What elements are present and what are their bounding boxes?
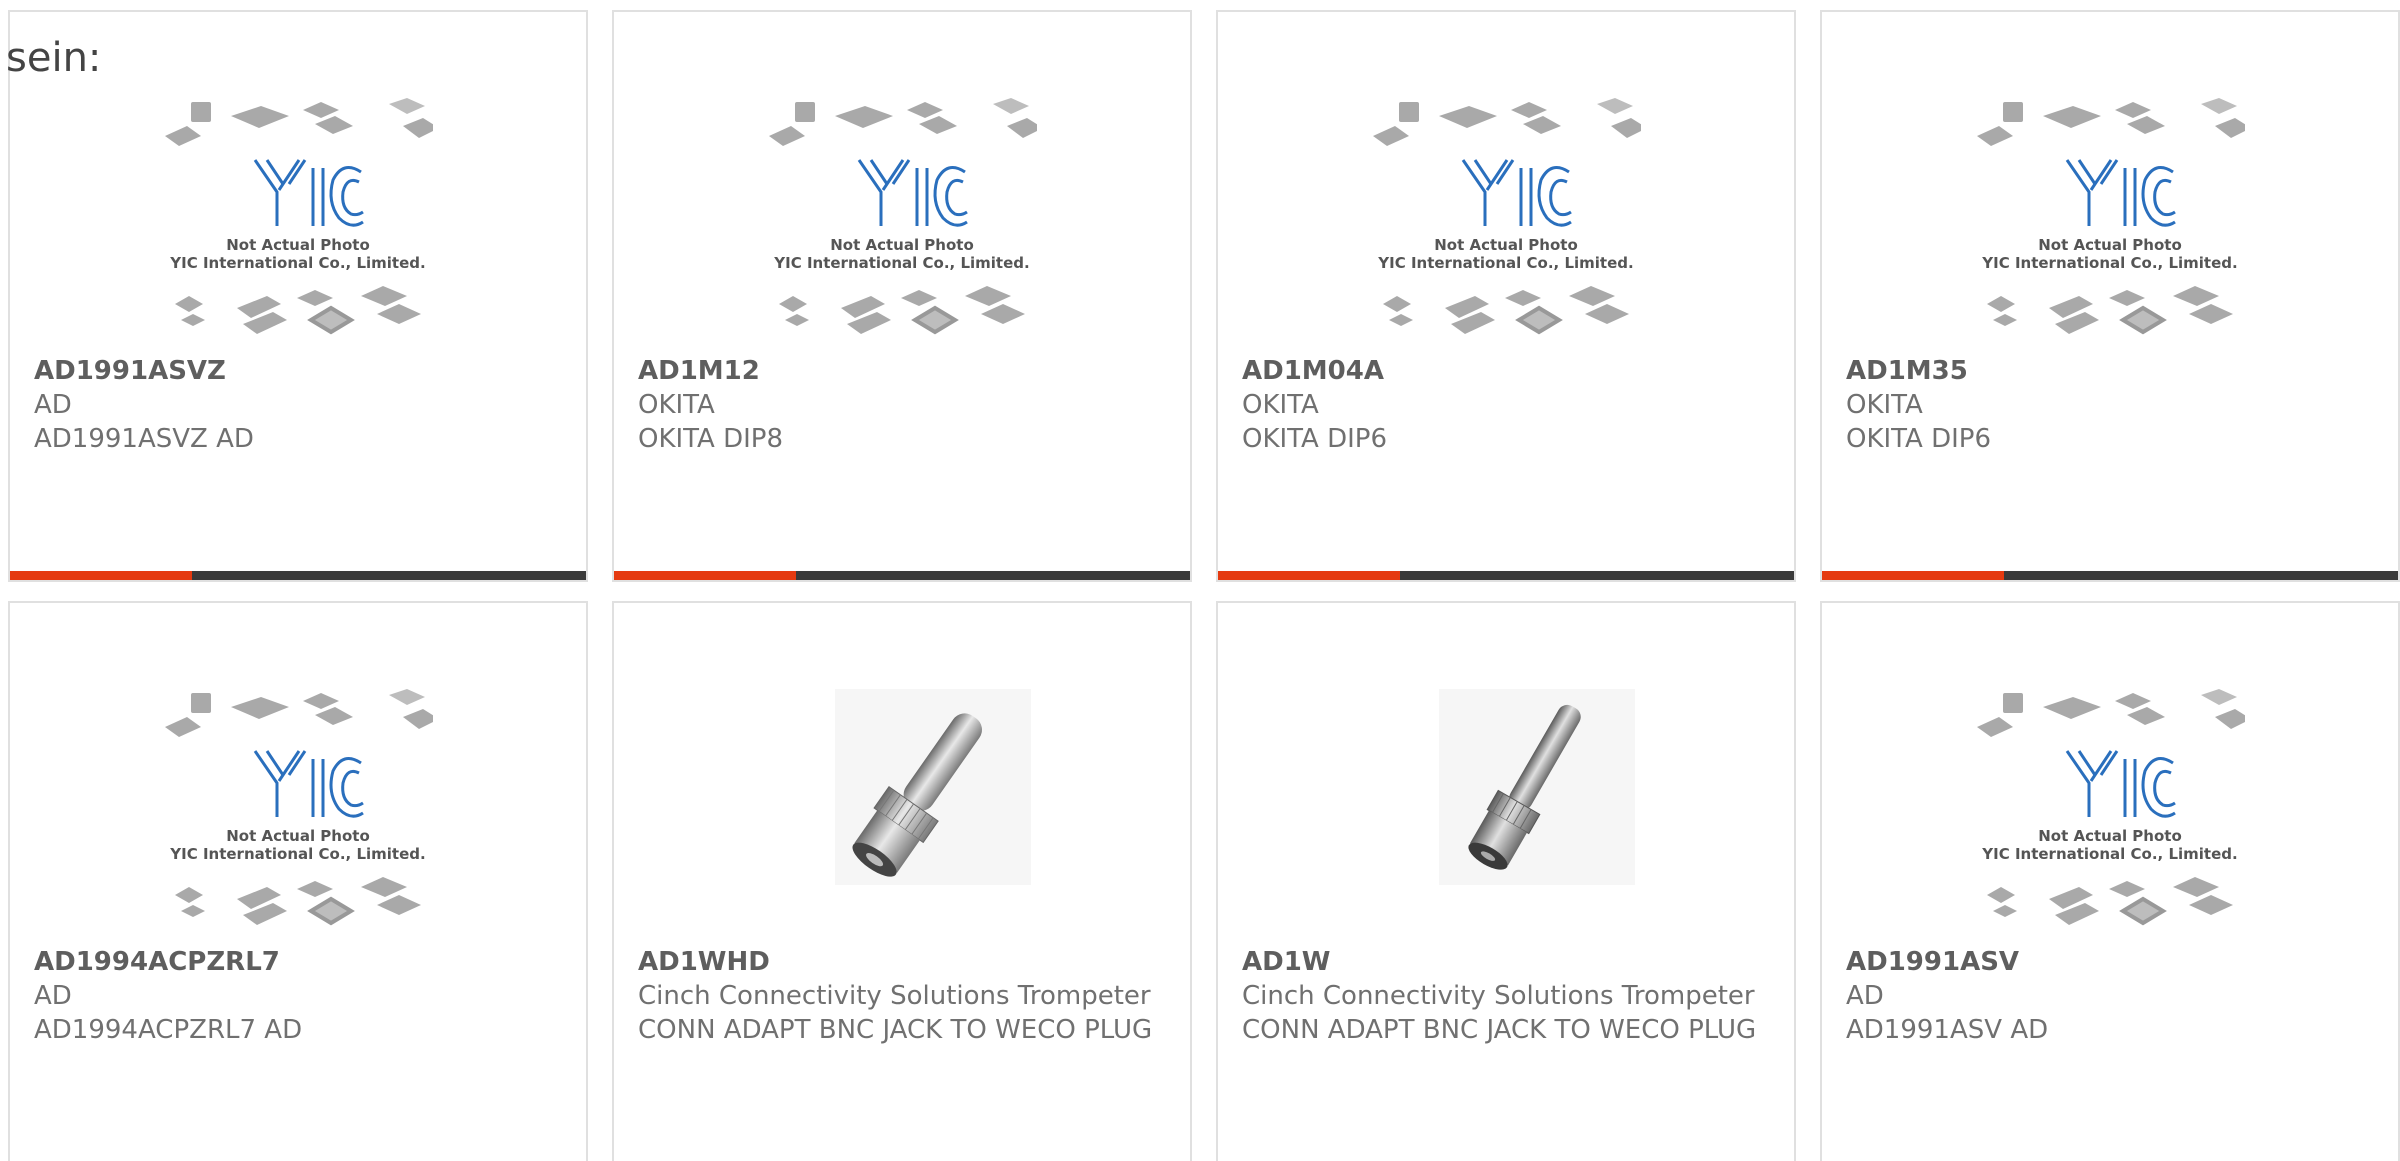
part-number[interactable]: AD1W (1242, 945, 1774, 979)
card-accent (10, 571, 192, 580)
product-info: AD1M12 OKITA OKITA DIP8 (638, 354, 1170, 456)
part-number[interactable]: AD1M04A (1242, 354, 1774, 388)
brand: OKITA (1242, 390, 1319, 420)
yic-placeholder-image: Not Actual Photo YIC International Co., … (769, 98, 1037, 335)
description: OKITA DIP6 (1846, 424, 1992, 454)
not-actual-photo-caption: Not Actual Photo (226, 827, 370, 845)
brand: AD (34, 390, 72, 420)
not-actual-photo-caption: Not Actual Photo (2038, 236, 2182, 254)
description: AD1994ACPZRL7 AD (34, 1015, 303, 1045)
brand: OKITA (1846, 390, 1923, 420)
description: CONN ADAPT BNC JACK TO WECO PLUG (1242, 1015, 1757, 1045)
product-card[interactable]: Not Actual Photo YIC International Co., … (612, 10, 1192, 582)
product-info: AD1W Cinch Connectivity Solutions Trompe… (1242, 945, 1774, 1047)
description: AD1991ASVZ AD (34, 424, 254, 454)
card-footer-bar (614, 571, 1190, 580)
card-accent (1822, 571, 2004, 580)
not-actual-photo-image: Not Actual Photo YIC International Co., … (10, 689, 586, 939)
brand: AD (34, 981, 72, 1011)
product-info: AD1M04A OKITA OKITA DIP6 (1242, 354, 1774, 456)
description: OKITA DIP8 (638, 424, 784, 454)
product-card[interactable]: Not Actual Photo YIC International Co., … (8, 601, 588, 1161)
bnc-adapter-image (1439, 689, 1635, 885)
company-caption: YIC International Co., Limited. (1377, 254, 1633, 272)
product-card[interactable]: AD1W Cinch Connectivity Solutions Trompe… (1216, 601, 1796, 1161)
card-footer-bar (1218, 571, 1794, 580)
part-number[interactable]: AD1994ACPZRL7 (34, 945, 566, 979)
brand: Cinch Connectivity Solutions Trompeter (638, 981, 1151, 1011)
company-caption: YIC International Co., Limited. (169, 845, 425, 863)
product-card[interactable]: Not Actual Photo YIC International Co., … (8, 10, 588, 582)
product-grid: Not Actual Photo YIC International Co., … (8, 10, 2400, 1161)
brand: AD (1846, 981, 1884, 1011)
yic-placeholder-image: Not Actual Photo YIC International Co., … (165, 689, 433, 926)
not-actual-photo-image: Not Actual Photo YIC International Co., … (1822, 98, 2398, 348)
product-info: AD1WHD Cinch Connectivity Solutions Trom… (638, 945, 1170, 1047)
not-actual-photo-image: Not Actual Photo YIC International Co., … (614, 98, 1190, 348)
company-caption: YIC International Co., Limited. (1981, 254, 2237, 272)
bnc-adapter-image (835, 689, 1031, 885)
brand: Cinch Connectivity Solutions Trompeter (1242, 981, 1755, 1011)
not-actual-photo-image: Not Actual Photo YIC International Co., … (1822, 689, 2398, 939)
card-accent (614, 571, 796, 580)
lead-text: sein: (6, 35, 102, 81)
yic-placeholder-image: Not Actual Photo YIC International Co., … (165, 98, 433, 335)
product-card[interactable]: Not Actual Photo YIC International Co., … (1216, 10, 1796, 582)
yic-placeholder-image: Not Actual Photo YIC International Co., … (1977, 689, 2245, 926)
description: OKITA DIP6 (1242, 424, 1388, 454)
part-number[interactable]: AD1991ASVZ (34, 354, 566, 388)
product-info: AD1M35 OKITA OKITA DIP6 (1846, 354, 2378, 456)
product-listing-page: sein: Not Actual Photo YIC International… (0, 0, 2400, 1161)
product-info: AD1994ACPZRL7 AD AD1994ACPZRL7 AD (34, 945, 566, 1047)
not-actual-photo-caption: Not Actual Photo (226, 236, 370, 254)
company-caption: YIC International Co., Limited. (773, 254, 1029, 272)
card-accent (1218, 571, 1400, 580)
product-photo (614, 689, 1190, 939)
yic-placeholder-image: Not Actual Photo YIC International Co., … (1977, 98, 2245, 335)
card-footer-bar (10, 571, 586, 580)
product-card[interactable]: AD1WHD Cinch Connectivity Solutions Trom… (612, 601, 1192, 1161)
not-actual-photo-image: Not Actual Photo YIC International Co., … (1218, 98, 1794, 348)
yic-placeholder-image: Not Actual Photo YIC International Co., … (1373, 98, 1641, 335)
product-info: AD1991ASVZ AD AD1991ASVZ AD (34, 354, 566, 456)
description: CONN ADAPT BNC JACK TO WECO PLUG (638, 1015, 1153, 1045)
part-number[interactable]: AD1WHD (638, 945, 1170, 979)
description: AD1991ASV AD (1846, 1015, 2049, 1045)
product-photo (1218, 689, 1794, 939)
part-number[interactable]: AD1991ASV (1846, 945, 2378, 979)
part-number[interactable]: AD1M35 (1846, 354, 2378, 388)
card-footer-bar (1822, 571, 2398, 580)
company-caption: YIC International Co., Limited. (169, 254, 425, 272)
not-actual-photo-caption: Not Actual Photo (2038, 827, 2182, 845)
product-info: AD1991ASV AD AD1991ASV AD (1846, 945, 2378, 1047)
company-caption: YIC International Co., Limited. (1981, 845, 2237, 863)
not-actual-photo-caption: Not Actual Photo (830, 236, 974, 254)
part-number[interactable]: AD1M12 (638, 354, 1170, 388)
product-card[interactable]: Not Actual Photo YIC International Co., … (1820, 601, 2400, 1161)
brand: OKITA (638, 390, 715, 420)
not-actual-photo-image: Not Actual Photo YIC International Co., … (10, 98, 586, 348)
product-card[interactable]: Not Actual Photo YIC International Co., … (1820, 10, 2400, 582)
not-actual-photo-caption: Not Actual Photo (1434, 236, 1578, 254)
